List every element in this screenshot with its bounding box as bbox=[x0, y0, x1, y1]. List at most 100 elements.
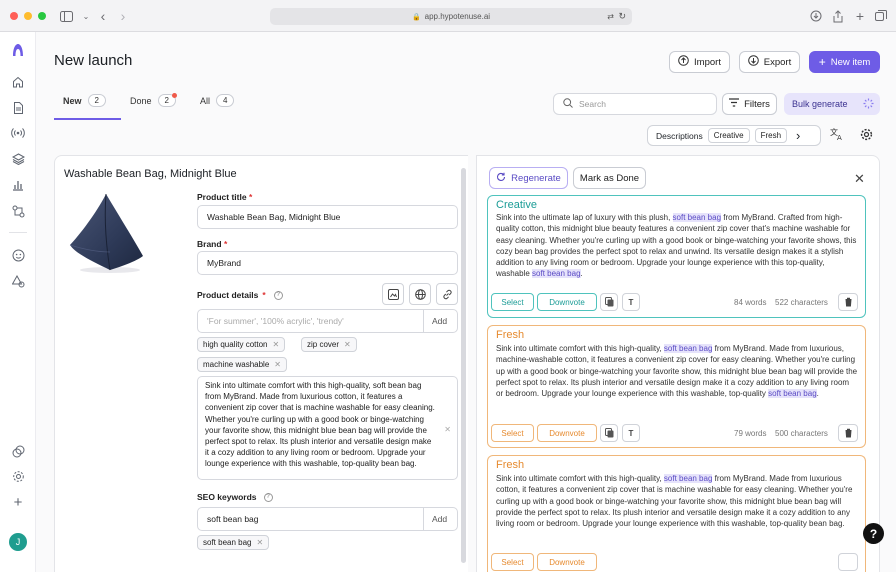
loading-spinner-icon bbox=[863, 98, 874, 111]
card-text-part: . bbox=[580, 269, 583, 279]
back-icon[interactable]: ‹ bbox=[95, 8, 111, 24]
select-button[interactable]: Select bbox=[491, 293, 534, 311]
downvote-button[interactable]: Downvote bbox=[537, 553, 597, 571]
descriptions-selector[interactable]: Descriptions Creative Fresh › bbox=[647, 125, 821, 146]
remove-chip-icon[interactable]: ✕ bbox=[256, 538, 263, 547]
select-button[interactable]: Select bbox=[491, 424, 534, 442]
search-input[interactable]: Search bbox=[553, 93, 717, 115]
description-chip[interactable]: Sink into ultimate comfort with this hig… bbox=[197, 376, 458, 480]
copy-icon[interactable] bbox=[600, 424, 618, 442]
style-chip[interactable]: Fresh bbox=[754, 128, 788, 143]
tab-new-label: New bbox=[63, 95, 82, 106]
help-circle-icon[interactable]: ? bbox=[263, 492, 273, 502]
globe-icon[interactable] bbox=[409, 283, 431, 305]
details-add-button[interactable]: Add bbox=[432, 316, 447, 326]
trash-icon[interactable] bbox=[838, 293, 858, 311]
export-button[interactable]: Export bbox=[739, 51, 800, 73]
copy-icon[interactable] bbox=[600, 293, 618, 311]
select-button[interactable]: Select bbox=[491, 553, 534, 571]
character-count: 500 characters bbox=[775, 429, 828, 438]
product-title-field[interactable]: Washable Bean Bag, Midnight Blue bbox=[197, 205, 458, 229]
card-style-title: Fresh bbox=[496, 459, 525, 471]
home-icon[interactable] bbox=[9, 73, 27, 91]
regenerate-button[interactable]: Regenerate bbox=[489, 167, 568, 189]
minimize-window-button[interactable] bbox=[24, 12, 32, 20]
close-icon[interactable]: ✕ bbox=[854, 171, 865, 187]
tab-all[interactable]: All 4 bbox=[200, 94, 235, 107]
seo-keywords-value: soft bean bag bbox=[207, 514, 259, 524]
shapes-icon[interactable] bbox=[9, 272, 27, 290]
card-text: Sink into ultimate comfort with this hig… bbox=[496, 473, 858, 529]
add-icon[interactable]: + bbox=[9, 493, 27, 511]
avatar[interactable]: J bbox=[9, 533, 27, 551]
bulk-generate-button[interactable]: Bulk generate bbox=[784, 93, 880, 115]
share-icon[interactable] bbox=[830, 8, 846, 24]
product-heading: Washable Bean Bag, Midnight Blue bbox=[64, 168, 237, 180]
panel-scrollbar[interactable] bbox=[461, 168, 466, 563]
card-style-title: Fresh bbox=[496, 329, 525, 341]
address-bar[interactable]: 🔒 app.hypotenuse.ai ⇄ ↻ bbox=[270, 8, 632, 25]
add-divider bbox=[423, 309, 424, 333]
seo-keywords-input[interactable]: soft bean bag bbox=[197, 507, 458, 531]
tab-done-count-value: 2 bbox=[164, 96, 169, 105]
import-button[interactable]: Import bbox=[669, 51, 730, 73]
import-label: Import bbox=[694, 56, 721, 68]
text-format-icon[interactable]: T bbox=[622, 424, 640, 442]
tab-new[interactable]: New 2 bbox=[63, 94, 106, 107]
workflow-icon[interactable] bbox=[9, 202, 27, 220]
tab-all-count: 4 bbox=[216, 94, 235, 107]
chat-bot-icon[interactable] bbox=[9, 246, 27, 264]
settings-gear-icon[interactable] bbox=[9, 467, 27, 485]
remove-description-icon[interactable]: ✕ bbox=[444, 424, 451, 435]
downvote-button[interactable]: Downvote bbox=[537, 424, 597, 442]
remove-chip-icon[interactable]: ✕ bbox=[273, 340, 280, 349]
tone-chip[interactable]: Creative bbox=[707, 128, 750, 143]
downvote-button[interactable]: Downvote bbox=[537, 293, 597, 311]
word-count: 84 words bbox=[734, 298, 767, 307]
trash-icon[interactable] bbox=[838, 424, 858, 442]
translate-icon[interactable]: 文A bbox=[830, 127, 844, 144]
keyword-highlight: soft bean bag bbox=[663, 474, 713, 483]
remove-chip-icon[interactable]: ✕ bbox=[274, 360, 281, 369]
trash-icon[interactable] bbox=[838, 553, 858, 571]
link-icon[interactable] bbox=[436, 283, 458, 305]
downloads-icon[interactable] bbox=[808, 8, 824, 24]
forward-icon[interactable]: › bbox=[115, 8, 131, 24]
product-details-input[interactable]: 'For summer', '100% acrylic', 'trendy' bbox=[197, 309, 458, 333]
details-chip: zip cover ✕ bbox=[301, 337, 357, 352]
broadcast-icon[interactable] bbox=[9, 124, 27, 142]
zoom-window-button[interactable] bbox=[38, 12, 46, 20]
sidebar-toggle-icon[interactable] bbox=[58, 8, 74, 24]
image-to-text-icon[interactable] bbox=[382, 283, 404, 305]
new-item-button[interactable]: + New item bbox=[809, 51, 880, 73]
brand-label-text: Brand bbox=[197, 239, 222, 249]
remove-chip-icon[interactable]: ✕ bbox=[344, 340, 351, 349]
translate-icon[interactable]: ⇄ bbox=[607, 12, 614, 21]
bar-chart-icon[interactable] bbox=[9, 176, 27, 194]
mark-as-done-button[interactable]: Mark as Done bbox=[573, 167, 646, 189]
seo-add-button[interactable]: Add bbox=[432, 514, 447, 524]
new-tab-icon[interactable]: + bbox=[852, 8, 868, 24]
new-item-label: New item bbox=[830, 56, 871, 68]
document-icon[interactable] bbox=[9, 99, 27, 117]
reload-icon[interactable]: ↻ bbox=[618, 11, 626, 22]
tab-done[interactable]: Done 2 bbox=[130, 93, 177, 107]
tab-overview-icon[interactable] bbox=[873, 8, 889, 24]
close-window-button[interactable] bbox=[10, 12, 18, 20]
seo-chip-label: soft bean bag bbox=[203, 538, 252, 547]
product-image[interactable] bbox=[66, 190, 146, 279]
filters-button[interactable]: Filters bbox=[722, 93, 777, 115]
help-button[interactable]: ? bbox=[863, 523, 884, 544]
settings-icon[interactable] bbox=[860, 128, 873, 144]
product-title-label-text: Product title bbox=[197, 192, 247, 202]
integrations-icon[interactable] bbox=[9, 442, 27, 460]
layers-icon[interactable] bbox=[9, 150, 27, 168]
chevron-down-icon[interactable]: ⌄ bbox=[78, 8, 94, 24]
details-chip: machine washable ✕ bbox=[197, 357, 287, 372]
brand-field[interactable]: MyBrand bbox=[197, 251, 458, 275]
chevron-right-icon[interactable]: › bbox=[796, 128, 800, 143]
text-format-icon[interactable]: T bbox=[622, 293, 640, 311]
required-marker: * bbox=[262, 290, 266, 300]
logo-icon[interactable] bbox=[9, 41, 27, 59]
help-circle-icon[interactable]: ? bbox=[273, 290, 283, 300]
